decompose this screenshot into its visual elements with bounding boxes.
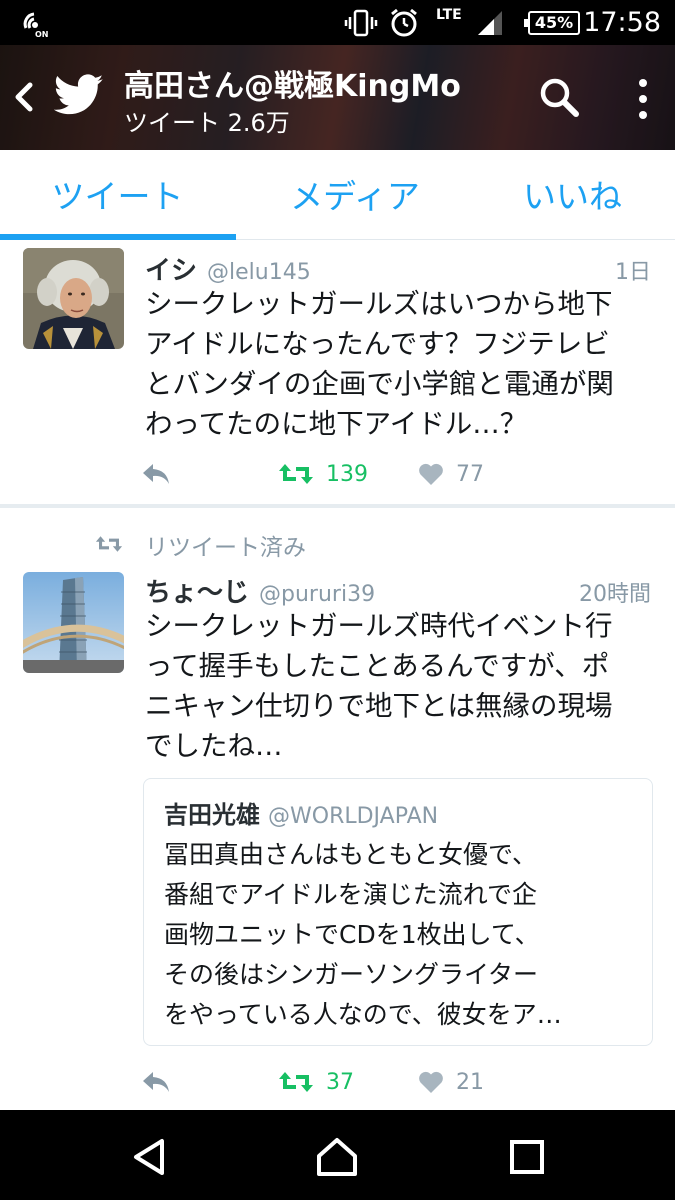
nav-back-button[interactable] <box>128 1135 172 1179</box>
like-button[interactable]: 77 <box>418 454 484 494</box>
profile-name: 高田さん@戦極KingMo <box>124 69 461 104</box>
battery-icon: 45% <box>524 0 580 45</box>
quoted-tweet[interactable]: 吉田光雄 @WORLDJAPAN 冨田真由さんはもともと女優で、 番組でアイドル… <box>143 778 653 1046</box>
quoted-author-handle: @WORLDJAPAN <box>268 804 439 829</box>
heart-icon <box>419 1071 443 1093</box>
network-type-label: LTE <box>436 7 462 23</box>
heart-icon <box>419 463 443 485</box>
recents-square-icon <box>510 1140 544 1174</box>
overflow-menu-button[interactable] <box>630 75 656 125</box>
svg-text:ON: ON <box>35 30 49 38</box>
tweet-actions: 139 77 <box>140 454 560 494</box>
reply-icon <box>143 1072 169 1092</box>
reply-button[interactable] <box>140 1062 184 1102</box>
tab-media[interactable]: メディア <box>240 150 470 238</box>
profile-header: 高田さん@戦極KingMo ツイート 2.6万 <box>0 45 675 150</box>
alarm-icon <box>388 0 420 45</box>
quoted-tweet-header: 吉田光雄 @WORLDJAPAN <box>164 795 438 830</box>
author-handle[interactable]: @lelu145 <box>207 260 311 285</box>
back-button[interactable] <box>8 75 38 119</box>
retweet-button[interactable]: 139 <box>278 454 368 494</box>
tweet-item[interactable]: イシ @lelu145 1日 シークレットガールズはいつから地下 アイドルになっ… <box>0 240 675 506</box>
author-name[interactable]: イシ <box>145 250 197 287</box>
tweet-timestamp: 1日 <box>615 260 651 285</box>
vibrate-icon <box>344 0 378 45</box>
system-navigation-bar <box>0 1110 675 1200</box>
tweet-text: シークレットガールズはいつから地下 アイドルになったんです？フジテレビ とバンダ… <box>145 288 614 440</box>
author-handle[interactable]: @pururi39 <box>259 582 375 607</box>
like-count: 21 <box>456 1069 484 1095</box>
retweeted-icon <box>95 534 123 558</box>
tweet-header: イシ @lelu145 1日 <box>145 250 651 287</box>
author-name[interactable]: ちょ〜じ <box>145 572 249 609</box>
search-button[interactable] <box>537 75 581 119</box>
reply-icon <box>143 464 169 484</box>
retweet-count: 37 <box>326 1069 354 1095</box>
home-icon <box>317 1138 357 1176</box>
tweet-actions: 37 21 <box>140 1062 560 1102</box>
status-bar: ON LTE 45% 17:58 <box>0 0 675 45</box>
tweet-header: ちょ〜じ @pururi39 20時間 <box>145 572 651 609</box>
retweet-context-label: リツイート済み <box>145 535 306 561</box>
nav-recents-button[interactable] <box>505 1135 549 1179</box>
tab-tweets[interactable]: ツイート <box>0 150 235 238</box>
tweet-item[interactable]: リツイート済み ちょ〜じ @pururi39 20時間 シークレットガールズ時代… <box>0 508 675 1110</box>
like-count: 77 <box>456 461 484 487</box>
tweet-count: ツイート 2.6万 <box>124 109 290 137</box>
retweet-button[interactable]: 37 <box>278 1062 354 1102</box>
twitter-bird-icon <box>53 73 104 117</box>
avatar[interactable] <box>23 248 124 349</box>
tweet-timestamp: 20時間 <box>579 582 651 607</box>
quoted-tweet-text: 冨田真由さんはもともと女優で、 番組でアイドルを演じた流れで企 画物ユニットでC… <box>164 840 562 1029</box>
search-icon <box>540 78 579 117</box>
clock: 17:58 <box>583 7 661 38</box>
nav-home-button[interactable] <box>315 1135 359 1179</box>
nfc-on-icon: ON <box>20 0 50 45</box>
chevron-left-icon <box>15 82 33 112</box>
quoted-author-name: 吉田光雄 <box>164 801 260 829</box>
profile-tabs: ツイート メディア いいね <box>0 150 675 240</box>
reply-button[interactable] <box>140 454 184 494</box>
like-button[interactable]: 21 <box>418 1062 484 1102</box>
battery-level: 45% <box>524 10 580 35</box>
back-triangle-icon <box>134 1139 164 1175</box>
signal-icon <box>476 0 504 45</box>
retweet-icon <box>279 464 313 484</box>
tab-likes[interactable]: いいね <box>470 150 675 238</box>
retweet-count: 139 <box>326 461 368 487</box>
tweet-text: シークレットガールズ時代イベント行 って握手もしたことあるんですが、ポ ニキャン… <box>145 610 613 762</box>
avatar[interactable] <box>23 572 124 673</box>
more-vertical-icon <box>639 79 647 119</box>
retweet-icon <box>279 1072 313 1092</box>
